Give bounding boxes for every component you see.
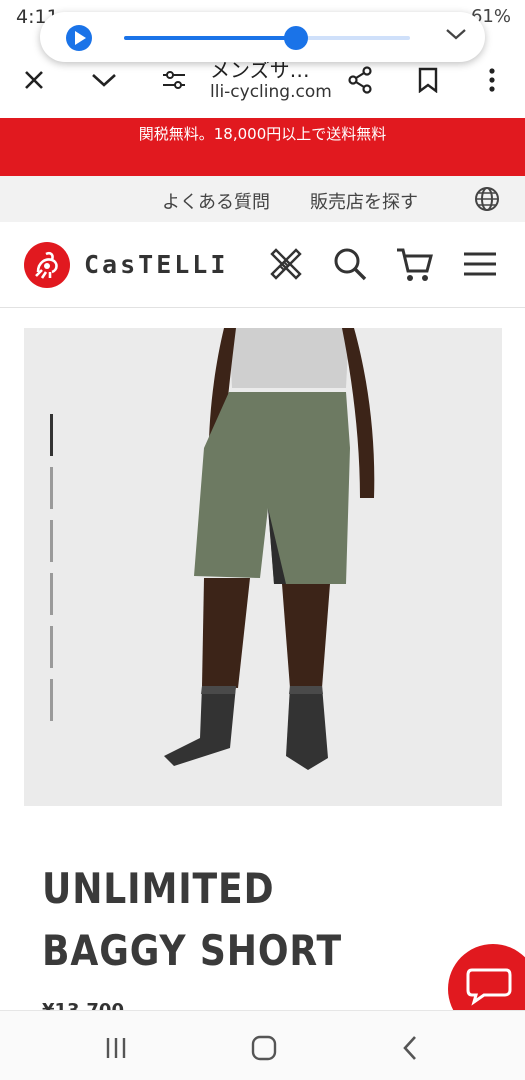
gallery-thumbnail[interactable] [50, 626, 53, 668]
gallery-thumbnail[interactable] [50, 573, 53, 615]
gallery-thumbnail[interactable] [50, 414, 53, 456]
store-locator-link[interactable]: 販売店を探す [310, 188, 418, 214]
chevron-down-icon[interactable] [84, 60, 124, 100]
media-seek-handle[interactable] [283, 26, 308, 50]
menu-icon[interactable] [460, 244, 500, 284]
brand-wordmark[interactable]: CasTELLI [84, 250, 228, 279]
customize-icon[interactable] [266, 244, 306, 284]
share-icon[interactable] [340, 60, 380, 100]
chat-bubble-icon [466, 968, 512, 1006]
site-settings-icon[interactable] [154, 60, 194, 100]
media-seekbar[interactable] [124, 26, 410, 50]
home-icon[interactable] [244, 1031, 284, 1065]
product-image [164, 328, 375, 770]
close-icon[interactable] [14, 60, 54, 100]
more-options-icon[interactable] [472, 60, 512, 100]
thumbnail-strip [50, 414, 54, 732]
collapse-chevron-icon[interactable] [445, 26, 467, 45]
system-nav-bar [0, 1010, 525, 1080]
media-progress [124, 36, 296, 40]
cart-icon[interactable] [394, 244, 434, 284]
gallery-thumbnail[interactable] [50, 679, 53, 721]
recent-apps-icon[interactable] [96, 1031, 136, 1065]
utility-nav: よくある質問 販売店を探す [0, 176, 525, 222]
bookmark-icon[interactable] [408, 60, 448, 100]
media-player [40, 12, 485, 62]
globe-icon[interactable] [474, 186, 500, 216]
product-gallery[interactable] [24, 328, 502, 806]
site-header: CasTELLI [0, 222, 525, 308]
play-icon[interactable] [66, 25, 92, 51]
search-icon[interactable] [330, 244, 370, 284]
page-url[interactable]: lli-cycling.com [210, 82, 332, 102]
faq-link[interactable]: よくある質問 [162, 188, 270, 214]
scorpion-logo-icon[interactable] [24, 242, 70, 288]
gallery-thumbnail[interactable] [50, 467, 53, 509]
gallery-thumbnail[interactable] [50, 520, 53, 562]
promo-banner: 関税無料。18,000円以上で送料無料 [0, 118, 525, 176]
back-icon[interactable] [390, 1031, 430, 1065]
product-title: UNLIMITED BAGGY SHORT [42, 864, 342, 975]
